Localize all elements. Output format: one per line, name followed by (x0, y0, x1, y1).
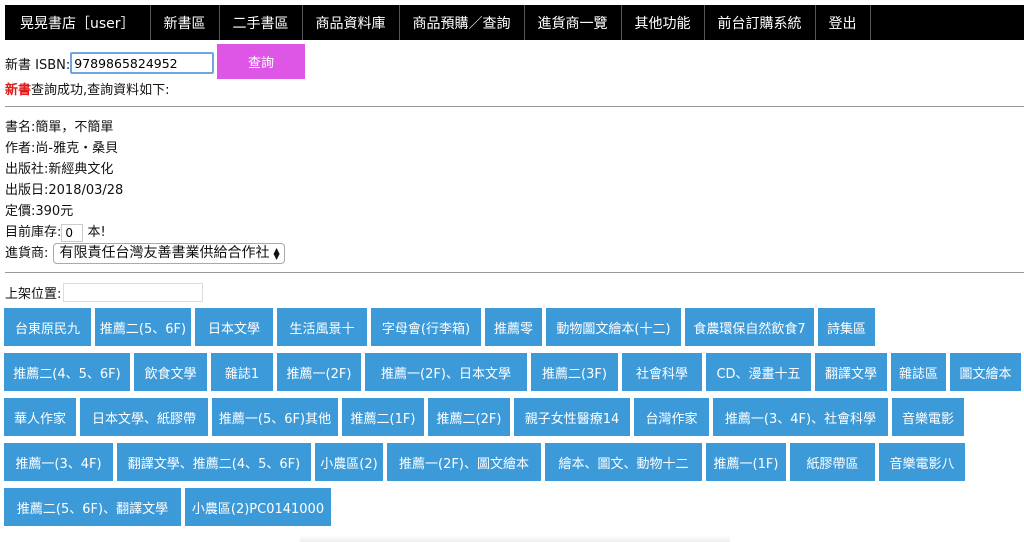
result-text: 查詢成功,查詢資料如下: (31, 83, 170, 98)
shelf-tag-button[interactable]: 食農環保自然飲食7 (685, 308, 814, 346)
shelf-tag-button[interactable]: 推薦一(2F) (277, 353, 361, 391)
isbn-search-row: 新書 ISBN: (5, 50, 215, 76)
shelf-tag-button[interactable]: 推薦二(4、5、6F) (4, 353, 130, 391)
result-message: 新書查詢成功,查詢資料如下: (5, 82, 170, 100)
supplier-selected-value: 有限責任台灣友善書業供給合作社 (59, 245, 270, 261)
shelf-location-row: 上架位置: (5, 282, 204, 302)
nav-store-user[interactable]: 晃晃書店［user］ (5, 5, 151, 40)
shelf-location-input[interactable] (63, 282, 204, 302)
shelf-tag-button[interactable]: 推薦二(1F) (342, 398, 424, 436)
top-navigation: 晃晃書店［user］ 新書區 二手書區 商品資料庫 商品預購／查詢 進貨商一覽 … (5, 5, 1024, 40)
shelf-tag-button[interactable]: 親子女性醫療14 (514, 398, 630, 436)
shelf-tag-button[interactable]: 翻譯文學 (815, 353, 887, 391)
tag-row: 推薦一(3、4F) 翻譯文學、推薦二(4、5、6F) 小農區(2) 推薦一(2F)、圖… (0, 443, 1024, 481)
stock-unit: 本! (87, 225, 106, 240)
tag-row: 華人作家 日本文學、紙膠帶 推薦一(5、6F)其他 推薦二(1F) 推薦二(2F) 親子女… (0, 398, 1024, 436)
shelf-tag-button[interactable]: 台東原民九 (4, 308, 91, 346)
shelf-label: 上架位置: (5, 286, 62, 302)
shelf-tag-button[interactable]: 推薦零 (485, 308, 542, 346)
nav-new-books[interactable]: 新書區 (151, 5, 220, 40)
shelf-tag-button[interactable]: 推薦一(2F)、圖文繪本 (387, 443, 541, 481)
nav-logout[interactable]: 登出 (816, 5, 871, 40)
shelf-tag-button[interactable]: 雜誌區 (891, 353, 946, 391)
nav-other-functions[interactable]: 其他功能 (622, 5, 705, 40)
search-button[interactable]: 查詢 (217, 44, 305, 79)
shelf-tag-button[interactable]: 字母會(行李箱) (371, 308, 481, 346)
shelf-tag-button[interactable]: 音樂電影 (892, 398, 964, 436)
stock-line: 目前庫存: 本! (5, 222, 285, 243)
shelf-tag-button[interactable]: 飲食文學 (134, 353, 207, 391)
book-info: 書名:簡單，不簡單 作者:尚-雅克・桑貝 出版社:新經典文化 出版日:2018/… (5, 117, 285, 264)
shelf-tag-button[interactable]: CD、漫畫十五 (706, 353, 811, 391)
stock-input[interactable] (61, 223, 84, 242)
shelf-tag-button[interactable]: 日本文學、紙膠帶 (80, 398, 208, 436)
shelf-tag-button[interactable]: 小農區(2)PC0141000 (185, 488, 331, 526)
book-title: 書名:簡單，不簡單 (5, 120, 114, 135)
shelf-tag-button[interactable]: 圖文繪本 (950, 353, 1021, 391)
isbn-label: 新書 ISBN: (5, 57, 71, 73)
shelf-tag-button[interactable]: 推薦二(5、6F) (95, 308, 191, 346)
select-arrows-icon: ▲ ▼ (273, 245, 280, 261)
nav-suppliers[interactable]: 進貨商一覽 (525, 5, 622, 40)
shelf-tag-button[interactable]: 小農區(2) (315, 443, 383, 481)
shelf-tag-button[interactable]: 動物圖文繪本(十二) (546, 308, 681, 346)
book-publisher: 出版社:新經典文化 (5, 162, 114, 177)
shelf-tag-button[interactable]: 推薦一(5、6F)其他 (212, 398, 338, 436)
shelf-tag-button[interactable]: 社會科學 (622, 353, 702, 391)
shelf-tag-button[interactable]: 繪本、圖文、動物十二 (545, 443, 702, 481)
book-price: 定價:390元 (5, 204, 74, 219)
nav-used-books[interactable]: 二手書區 (220, 5, 303, 40)
shelf-tag-button[interactable]: 詩集區 (818, 308, 875, 346)
nav-product-database[interactable]: 商品資料庫 (303, 5, 400, 40)
shelf-tag-button[interactable]: 生活風景十 (277, 308, 367, 346)
nav-preorder-query[interactable]: 商品預購／查詢 (400, 5, 525, 40)
shelf-tag-button[interactable]: 翻譯文學、推薦二(4、5、6F) (117, 443, 311, 481)
shelf-tag-button[interactable]: 推薦一(3、4F) (4, 443, 113, 481)
divider (5, 272, 1024, 273)
shelf-tag-button[interactable]: 音樂電影八 (879, 443, 965, 481)
supplier-line: 進貨商: 有限責任台灣友善書業供給合作社 ▲ ▼ (5, 243, 285, 264)
shelf-tag-buttons: 台東原民九 推薦二(5、6F) 日本文學 生活風景十 字母會(行李箱) 推薦零 動物圖文繪本… (0, 308, 1024, 533)
divider (5, 106, 1024, 107)
shelf-tag-button[interactable]: 紙膠帶區 (790, 443, 875, 481)
shelf-tag-button[interactable]: 雜誌1 (211, 353, 273, 391)
book-pubdate: 出版日:2018/03/28 (5, 183, 124, 198)
shelf-tag-button[interactable]: 日本文學 (195, 308, 273, 346)
shelf-tag-button[interactable]: 推薦一(2F)、日本文學 (365, 353, 527, 391)
tag-row: 推薦二(4、5、6F) 飲食文學 雜誌1 推薦一(2F) 推薦一(2F)、日本文學 推薦二… (0, 353, 1024, 391)
bottom-shadow (300, 535, 730, 542)
supplier-select[interactable]: 有限責任台灣友善書業供給合作社 ▲ ▼ (52, 243, 285, 264)
shelf-tag-button[interactable]: 台灣作家 (634, 398, 709, 436)
tag-row: 推薦二(5、6F)、翻譯文學 小農區(2)PC0141000 (0, 488, 1024, 526)
shelf-tag-button[interactable]: 推薦二(5、6F)、翻譯文學 (4, 488, 181, 526)
shelf-tag-button[interactable]: 推薦二(3F) (531, 353, 618, 391)
tag-row: 台東原民九 推薦二(5、6F) 日本文學 生活風景十 字母會(行李箱) 推薦零 動物圖文繪本… (0, 308, 1024, 346)
nav-frontend-order[interactable]: 前台訂購系統 (705, 5, 816, 40)
isbn-input[interactable] (70, 52, 215, 74)
book-author: 作者:尚-雅克・桑貝 (5, 141, 119, 156)
stock-label: 目前庫存: (5, 225, 62, 240)
shelf-tag-button[interactable]: 推薦一(1F) (706, 443, 786, 481)
shelf-tag-button[interactable]: 推薦一(3、4F)、社會科學 (713, 398, 888, 436)
shelf-tag-button[interactable]: 推薦二(2F) (428, 398, 510, 436)
shelf-tag-button[interactable]: 華人作家 (4, 398, 76, 436)
result-highlight: 新書 (5, 83, 32, 98)
supplier-label: 進貨商: (5, 246, 49, 261)
